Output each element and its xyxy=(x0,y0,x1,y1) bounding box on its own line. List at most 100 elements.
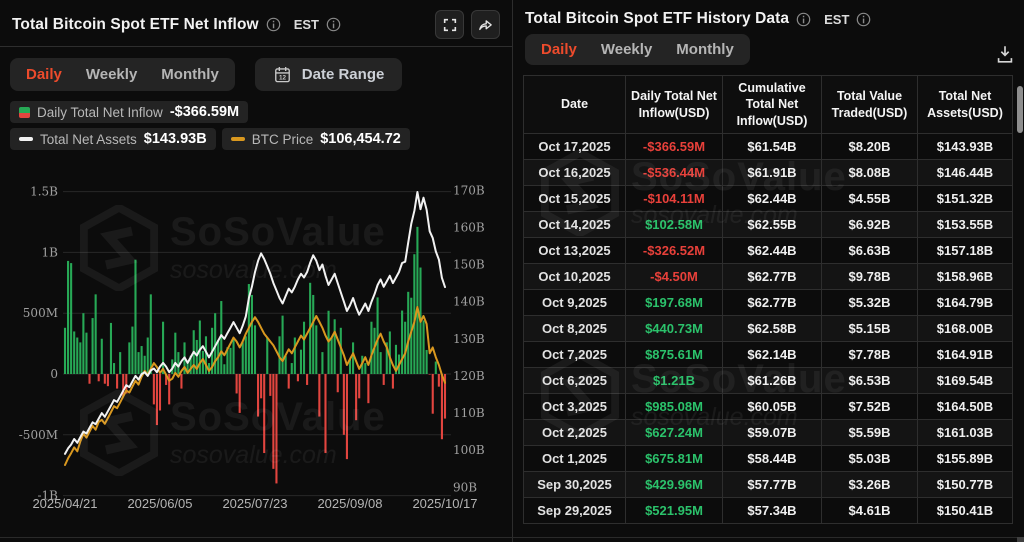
left-axis-tick: 0 xyxy=(50,367,58,381)
table-period-tabs: Daily Weekly Monthly xyxy=(525,34,750,65)
table-row[interactable]: Oct 6,2025 $1.21B $61.26B $6.53B $169.54B xyxy=(523,367,1013,394)
cell-traded: $6.53B xyxy=(821,367,918,394)
right-axis-tick: 170B xyxy=(453,183,485,197)
assets-legend-value: $143.93B xyxy=(143,131,207,147)
cell-traded: $7.78B xyxy=(821,341,918,368)
cell-inflow: $1.21B xyxy=(625,367,723,394)
share-button[interactable] xyxy=(471,10,500,39)
cell-assets: $164.91B xyxy=(917,341,1013,368)
table-row[interactable]: Oct 7,2025 $875.61M $62.14B $7.78B $164.91B xyxy=(523,341,1013,368)
cell-date: Sep 30,2025 xyxy=(523,471,626,498)
cell-date: Oct 1,2025 xyxy=(523,445,626,472)
tab-weekly[interactable]: Weekly xyxy=(86,66,137,83)
table-scrollbar[interactable] xyxy=(1017,86,1023,537)
table-row[interactable]: Oct 14,2025 $102.58M $62.55B $6.92B $153.55B xyxy=(523,211,1013,238)
table-row[interactable]: Oct 15,2025 -$104.11M $62.44B $4.55B $151.32… xyxy=(523,185,1013,212)
cell-assets: $155.89B xyxy=(917,445,1013,472)
x-axis-tick: 2025/06/05 xyxy=(127,496,192,511)
cell-traded: $6.92B xyxy=(821,211,918,238)
right-axis-tick: 90B xyxy=(453,480,477,494)
x-axis-tick: 2025/09/08 xyxy=(317,496,382,511)
table-row[interactable]: Oct 16,2025 -$536.44M $61.91B $8.08B $146.44… xyxy=(523,159,1013,186)
cell-cumulative: $57.34B xyxy=(722,497,822,524)
info-icon[interactable] xyxy=(796,12,811,27)
assets-series-icon xyxy=(19,137,33,141)
cell-traded: $7.52B xyxy=(821,393,918,420)
column-header: Total Net Assets(USD) xyxy=(917,75,1013,134)
scrollbar-thumb[interactable] xyxy=(1017,86,1023,133)
cell-cumulative: $58.44B xyxy=(722,445,822,472)
cell-cumulative: $57.77B xyxy=(722,471,822,498)
net-inflow-chart[interactable]: 1.5B 1B 500M 0 -500M -1B 170B 160B 150B 140B 130B 1… xyxy=(0,182,512,527)
table-row[interactable]: Sep 29,2025 $521.95M $57.34B $4.61B $150.41B xyxy=(523,497,1013,524)
tab-daily[interactable]: Daily xyxy=(26,66,62,83)
left-axis-tick: 500M xyxy=(23,306,58,320)
cell-traded: $5.03B xyxy=(821,445,918,472)
download-icon[interactable] xyxy=(994,43,1016,65)
cell-date: Oct 17,2025 xyxy=(523,133,626,160)
fullscreen-icon xyxy=(443,18,456,31)
timezone-label: EST xyxy=(293,17,319,32)
table-row[interactable]: Oct 13,2025 -$326.52M $62.44B $6.63B $157.18… xyxy=(523,237,1013,264)
tab-monthly[interactable]: Monthly xyxy=(161,66,219,83)
cell-assets: $150.77B xyxy=(917,471,1013,498)
fullscreen-button[interactable] xyxy=(435,10,464,39)
tab-monthly[interactable]: Monthly xyxy=(676,41,734,58)
x-axis-tick: 2025/10/17 xyxy=(412,496,477,511)
table-row[interactable]: Oct 1,2025 $675.81M $58.44B $5.03B $155.89B xyxy=(523,445,1013,472)
date-range-button[interactable]: 12 Date Range xyxy=(254,58,403,91)
info-icon[interactable] xyxy=(326,17,341,32)
legend-net-inflow[interactable]: Daily Total Net Inflow -$366.59M xyxy=(10,101,249,123)
cell-cumulative: $62.77B xyxy=(722,263,822,290)
cell-traded: $6.63B xyxy=(821,237,918,264)
cell-assets: $153.55B xyxy=(917,211,1013,238)
timezone-label: EST xyxy=(824,11,850,27)
cell-traded: $5.15B xyxy=(821,315,918,342)
cell-inflow: $521.95M xyxy=(625,497,723,524)
cell-assets: $146.44B xyxy=(917,159,1013,186)
table-row[interactable]: Oct 17,2025 -$366.59M $61.54B $8.20B $143.93… xyxy=(523,133,1013,160)
cell-traded: $5.59B xyxy=(821,419,918,446)
cell-traded: $9.78B xyxy=(821,263,918,290)
cell-date: Oct 6,2025 xyxy=(523,367,626,394)
cell-traded: $8.20B xyxy=(821,133,918,160)
inflow-series-icon xyxy=(19,106,30,118)
table-row[interactable]: Sep 30,2025 $429.96M $57.77B $3.26B $150.77B xyxy=(523,471,1013,498)
legend-btc-price[interactable]: BTC Price $106,454.72 xyxy=(221,128,410,150)
cell-assets: $143.93B xyxy=(917,133,1013,160)
cell-inflow: $440.73M xyxy=(625,315,723,342)
chart-period-tabs: Daily Weekly Monthly xyxy=(10,58,235,91)
cell-date: Oct 13,2025 xyxy=(523,237,626,264)
cell-date: Oct 10,2025 xyxy=(523,263,626,290)
cell-assets: $161.03B xyxy=(917,419,1013,446)
table-row[interactable]: Oct 3,2025 $985.08M $60.05B $7.52B $164.50B xyxy=(523,393,1013,420)
table-row[interactable]: Oct 8,2025 $440.73M $62.58B $5.15B $168.00B xyxy=(523,315,1013,342)
info-icon[interactable] xyxy=(266,17,281,32)
cell-date: Sep 29,2025 xyxy=(523,497,626,524)
calendar-icon: 12 xyxy=(274,66,290,83)
tab-weekly[interactable]: Weekly xyxy=(601,41,652,58)
cell-cumulative: $61.26B xyxy=(722,367,822,394)
cell-assets: $169.54B xyxy=(917,367,1013,394)
cell-inflow: $102.58M xyxy=(625,211,723,238)
cell-cumulative: $62.55B xyxy=(722,211,822,238)
cell-inflow: -$104.11M xyxy=(625,185,723,212)
svg-text:12: 12 xyxy=(279,75,287,82)
cell-assets: $151.32B xyxy=(917,185,1013,212)
table-row[interactable]: Oct 10,2025 -$4.50M $62.77B $9.78B $158.96B xyxy=(523,263,1013,290)
history-data-panel: Total Bitcoin Spot ETF History Data EST … xyxy=(512,0,1024,542)
info-icon[interactable] xyxy=(856,12,871,27)
tab-daily[interactable]: Daily xyxy=(541,41,577,58)
cell-date: Oct 3,2025 xyxy=(523,393,626,420)
cell-assets: $164.50B xyxy=(917,393,1013,420)
table-row[interactable]: Oct 2,2025 $627.24M $59.07B $5.59B $161.03B xyxy=(523,419,1013,446)
x-axis-tick: 2025/07/23 xyxy=(222,496,287,511)
cell-inflow: $985.08M xyxy=(625,393,723,420)
cell-inflow: $429.96M xyxy=(625,471,723,498)
x-axis-tick: 2025/04/21 xyxy=(32,496,97,511)
net-inflow-panel: Total Bitcoin Spot ETF Net Inflow EST Da… xyxy=(0,0,512,542)
table-row[interactable]: Oct 9,2025 $197.68M $62.77B $5.32B $164.79B xyxy=(523,289,1013,316)
cell-cumulative: $60.05B xyxy=(722,393,822,420)
cell-cumulative: $62.14B xyxy=(722,341,822,368)
legend-net-assets[interactable]: Total Net Assets $143.93B xyxy=(10,128,216,150)
